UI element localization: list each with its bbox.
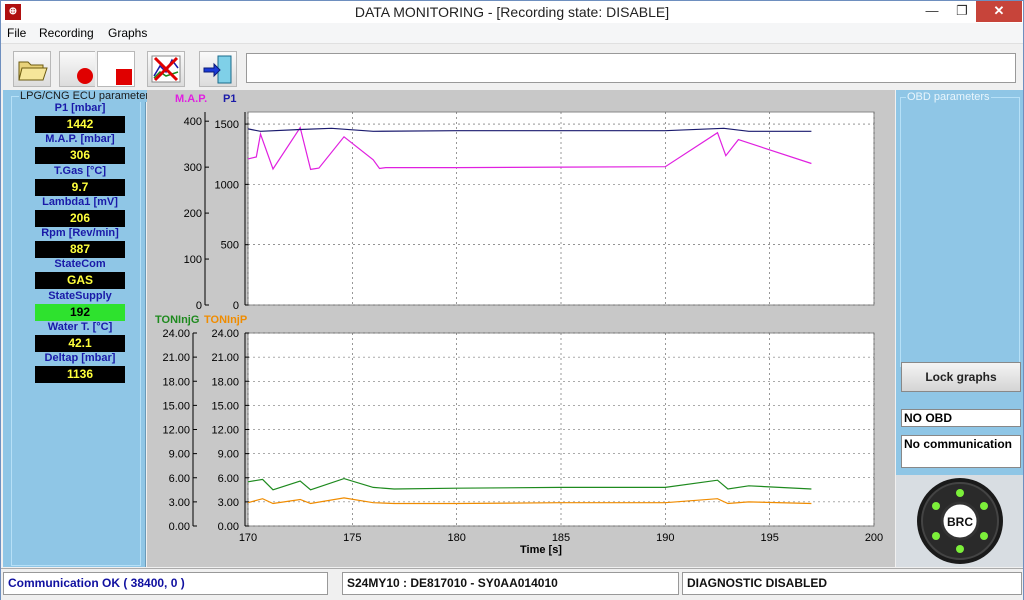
x-tick-label: 170 [239,532,257,544]
menu-file[interactable]: File [7,26,26,40]
left-tick-label: 12.00 [162,425,190,437]
graph-area: 0 100 200 300 400 0 500 1000 1500 M.A.P. P1 0.00 3.0… [147,90,895,567]
exit-door-icon [203,55,232,84]
right-tick-label: 500 [221,240,239,252]
right-axis-label-0: P1 [223,93,236,105]
param-value-rpm: 887 [35,241,125,258]
right-tick-label: 18.00 [211,376,239,388]
left-tick-label: 0 [196,300,202,312]
left-tick-label: 9.00 [169,449,190,461]
menu-recording[interactable]: Recording [39,26,94,40]
param-label-p1: P1 [mbar] [54,102,106,114]
right-tick-label: 0 [233,300,239,312]
param-value-map: 306 [35,147,125,164]
app-window: ⊕ DATA MONITORING - [Recording state: DI… [0,0,1024,600]
record-icon [77,68,93,84]
obd-parameters-panel: OBD parameters Lock graphs NO OBD No com… [896,90,1023,567]
obd-communication-box: No communication [901,435,1021,468]
right-axis-label-1: TONInjP [204,314,247,326]
close-button[interactable]: ✕ [976,1,1022,22]
param-value-statecom: GAS [35,272,125,289]
left-axis-label-1: TONInjG [155,314,199,326]
record-stop-button[interactable] [97,51,135,87]
param-value-tgas: 9.7 [35,179,125,196]
x-tick-label: 190 [656,532,674,544]
param-value-statesupply: 192 [35,304,125,321]
ecu-parameters-panel: LPG/CNG ECU parameters P1 [mbar] 1442 M.… [3,90,156,567]
clear-graph-button[interactable] [147,51,185,87]
maximize-button[interactable]: ❐ [948,1,976,22]
left-tick-label: 400 [184,116,202,128]
right-tick-label: 3.00 [218,497,239,509]
x-tick-label: 195 [760,532,778,544]
right-tick-label: 9.00 [218,449,239,461]
param-label-water-temp: Water T. [°C] [47,321,113,333]
left-tick-label: 18.00 [162,376,190,388]
right-tick-label: 15.00 [211,400,239,412]
right-tick-label: 6.00 [218,473,239,485]
param-value-water-temp: 42.1 [35,335,125,352]
lock-graphs-button[interactable]: Lock graphs [901,362,1021,392]
menu-graphs[interactable]: Graphs [108,26,147,40]
menu-bar: File Recording Graphs [1,23,1023,44]
param-label-map: M.A.P. [mbar] [45,133,115,145]
right-tick-label: 12.00 [211,425,239,437]
toolbar-status-box [246,53,1016,83]
status-diagnostic: DIAGNOSTIC DISABLED [682,572,1022,595]
left-tick-label: 0.00 [169,521,190,533]
right-tick-label: 21.00 [211,352,239,364]
param-label-deltap: Deltap [mbar] [44,352,116,364]
ecu-panel-title: LPG/CNG ECU parameters [19,90,156,102]
right-tick-label: 24.00 [211,328,239,340]
left-tick-label: 100 [184,254,202,266]
left-tick-label: 21.00 [162,352,190,364]
param-value-deltap: 1136 [35,366,125,383]
open-folder-button[interactable] [13,51,51,87]
obd-panel-title: OBD parameters [906,91,991,103]
x-tick-label: 200 [865,532,883,544]
status-communication: Communication OK ( 38400, 0 ) [3,572,328,595]
x-tick-label: 180 [447,532,465,544]
left-tick-label: 3.00 [169,497,190,509]
right-tick-label: 0.00 [218,521,239,533]
title-bar: ⊕ DATA MONITORING - [Recording state: DI… [1,1,1023,23]
param-label-lambda1: Lambda1 [mV] [42,196,118,208]
open-folder-icon [18,61,48,81]
minimize-button[interactable]: — [918,1,946,22]
clear-graph-icon [151,55,181,83]
x-tick-label: 175 [343,532,361,544]
right-tick-label: 1500 [215,119,239,131]
param-value-p1: 1442 [35,116,125,133]
left-tick-label: 15.00 [162,400,190,412]
status-bar: Communication OK ( 38400, 0 ) S24MY10 : … [1,568,1023,600]
status-ecu-id: S24MY10 : DE817010 - SY0AA014010 [342,572,679,595]
param-value-lambda1: 206 [35,210,125,227]
record-start-button[interactable] [59,51,95,87]
param-label-statecom: StateCom [54,258,106,270]
obd-group-frame [900,97,1020,367]
x-tick-label: 185 [552,532,570,544]
left-tick-label: 24.00 [162,328,190,340]
graphs-svg[interactable]: 0 100 200 300 400 0 500 1000 1500 M.A.P. P1 0.00 3.0… [147,90,895,567]
param-label-rpm: Rpm [Rev/min] [41,227,119,239]
param-label-statesupply: StateSupply [48,290,112,302]
window-title: DATA MONITORING - [Recording state: DISA… [354,4,670,20]
brc-logo-text: BRC [947,515,973,529]
left-tick-label: 300 [184,162,202,174]
brc-logo-icon: BRC [917,478,1003,564]
param-label-tgas: T.Gas [°C] [53,165,107,177]
x-axis-title: Time [s] [520,544,562,556]
left-axis-label-0: M.A.P. [175,93,207,105]
obd-status-box: NO OBD [901,409,1021,427]
brc-logo-area: BRC [896,475,1023,567]
left-tick-label: 6.00 [169,473,190,485]
stop-icon [116,69,132,85]
exit-button[interactable] [199,51,237,87]
toolbar [1,45,1023,90]
left-tick-label: 200 [184,208,202,220]
right-tick-label: 1000 [215,179,239,191]
